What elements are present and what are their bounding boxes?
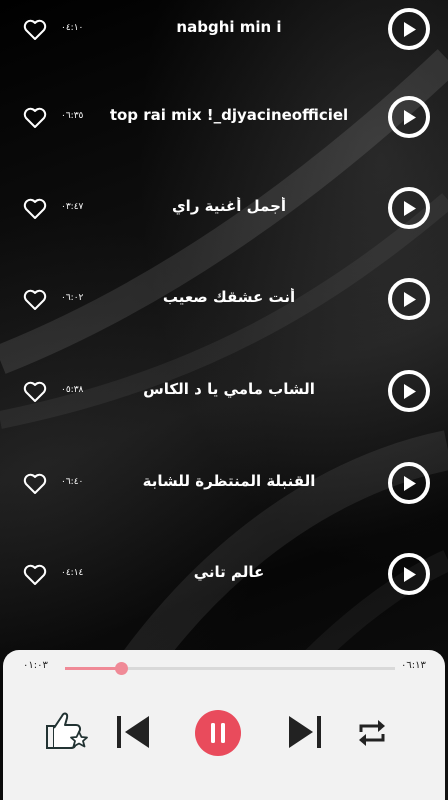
track-duration: ٠٦:٤٠ — [61, 477, 84, 487]
list-item[interactable]: ٠٣:٤٧ أجمل أغنية راي — [0, 179, 448, 239]
track-duration: ٠٣:٤٧ — [61, 202, 84, 212]
list-item[interactable]: ٠٦:٤٠ القنبلة المنتظرة للشابة — [0, 454, 448, 514]
heart-icon[interactable] — [23, 473, 47, 495]
track-title: الشاب مامي يا د الكاس — [143, 380, 315, 398]
next-icon[interactable] — [285, 714, 325, 750]
play-button[interactable] — [388, 187, 430, 229]
list-item[interactable]: ٠٦:٣٥ top rai mix !_djyacineofficiel — [0, 88, 448, 148]
heart-icon[interactable] — [23, 289, 47, 311]
track-duration: ٠٤:١٤ — [61, 568, 84, 578]
play-icon — [404, 201, 416, 216]
seek-handle[interactable] — [115, 662, 129, 675]
total-time: ٠٦:١٣ — [401, 660, 426, 671]
thumbs-up-star-icon[interactable] — [43, 706, 91, 752]
track-duration: ٠٤:١٠ — [61, 23, 84, 33]
previous-icon[interactable] — [113, 714, 153, 750]
seek-bar[interactable] — [65, 662, 395, 675]
track-title: أجمل أغنية راي — [171, 197, 287, 215]
play-button[interactable] — [388, 96, 430, 138]
repeat-icon[interactable] — [355, 718, 389, 748]
list-item[interactable]: ٠٦:٠٢ أنت عشقك صعيب — [0, 270, 448, 330]
elapsed-time: ٠١:٠٣ — [23, 660, 48, 671]
play-button[interactable] — [388, 8, 430, 50]
seek-progress — [65, 667, 122, 670]
track-duration: ٠٦:٣٥ — [61, 111, 84, 121]
heart-icon[interactable] — [23, 19, 47, 41]
heart-icon[interactable] — [23, 381, 47, 403]
play-button[interactable] — [388, 462, 430, 504]
play-icon — [404, 292, 416, 307]
list-item[interactable]: ٠٥:٣٨ الشاب مامي يا د الكاس — [0, 362, 448, 422]
track-title: أنت عشقك صعيب — [162, 288, 296, 306]
list-item[interactable]: ٠٤:١٤ عالم تاني — [0, 545, 448, 605]
play-icon — [404, 476, 416, 491]
play-icon — [404, 22, 416, 37]
track-duration: ٠٦:٠٢ — [61, 293, 84, 303]
track-title: nabghi min i — [176, 18, 282, 36]
player-bar: ٠١:٠٣ ٠٦:١٣ — [3, 650, 445, 800]
heart-icon[interactable] — [23, 564, 47, 586]
list-item[interactable]: ٠٤:١٠ nabghi min i — [0, 0, 448, 60]
pause-icon — [211, 723, 225, 743]
play-button[interactable] — [388, 370, 430, 412]
track-title: عالم تاني — [193, 563, 265, 581]
pause-button[interactable] — [195, 710, 241, 756]
play-button[interactable] — [388, 553, 430, 595]
heart-icon[interactable] — [23, 198, 47, 220]
play-icon — [404, 567, 416, 582]
track-duration: ٠٥:٣٨ — [61, 385, 84, 395]
track-title: top rai mix !_djyacineofficiel — [109, 106, 349, 124]
play-icon — [404, 384, 416, 399]
play-icon — [404, 110, 416, 125]
play-button[interactable] — [388, 278, 430, 320]
heart-icon[interactable] — [23, 107, 47, 129]
track-title: القنبلة المنتظرة للشابة — [142, 472, 316, 490]
